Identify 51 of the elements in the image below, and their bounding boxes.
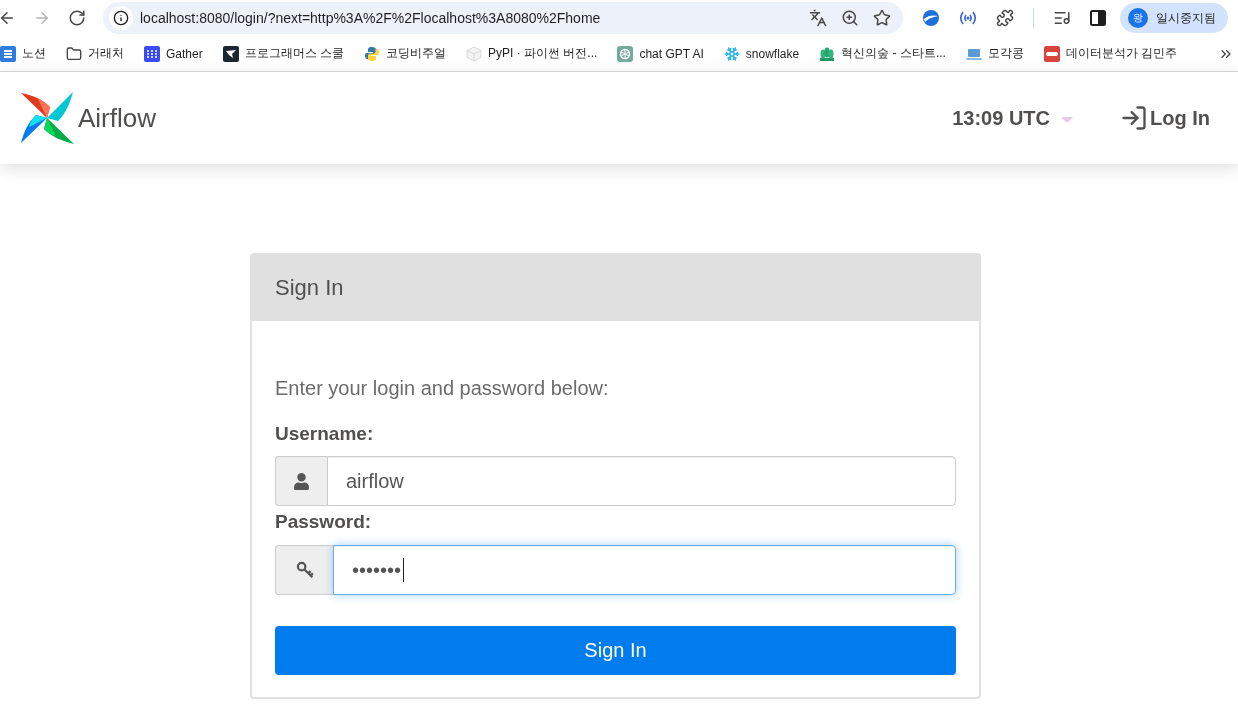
sign-in-button[interactable]: Sign In bbox=[275, 626, 956, 675]
bookmark-link[interactable]: 데이터분석가 김민주 bbox=[1043, 45, 1178, 62]
instructions-text: Enter your login and password below: bbox=[275, 376, 610, 401]
password-field[interactable]: ••••••• bbox=[333, 545, 956, 595]
snowflake-icon bbox=[723, 45, 740, 62]
bird-icon bbox=[222, 45, 239, 62]
media-queue-icon[interactable] bbox=[1053, 9, 1071, 27]
avatar: 왕 bbox=[1128, 8, 1148, 28]
key-icon bbox=[275, 545, 333, 595]
dots-tile-icon bbox=[144, 45, 160, 62]
zoom-icon[interactable] bbox=[841, 9, 859, 27]
pinwheel-logo bbox=[20, 91, 74, 145]
broadcast-icon[interactable] bbox=[959, 10, 977, 26]
extensions-icon[interactable] bbox=[996, 9, 1014, 27]
field-label: Password: bbox=[275, 510, 373, 534]
caret-icon bbox=[1061, 116, 1073, 123]
snake-icon bbox=[364, 45, 381, 62]
trees-icon bbox=[819, 45, 836, 62]
bookmark-link[interactable]: Gather bbox=[144, 45, 203, 62]
cube-icon bbox=[466, 45, 483, 62]
user-icon bbox=[275, 456, 327, 506]
folder-icon bbox=[66, 45, 82, 62]
username-field[interactable]: airflow bbox=[327, 456, 956, 506]
bookmark-link[interactable]: PyPI · 파이썬 버전... bbox=[466, 45, 598, 62]
bookmark-link[interactable]: 코딩비주얼 bbox=[364, 45, 447, 62]
bookmark-link[interactable]: 혁신의숲 - 스타트... bbox=[819, 45, 946, 62]
bookmark-link[interactable]: snowflake bbox=[723, 45, 800, 62]
side-panel-icon[interactable] bbox=[1090, 10, 1106, 26]
profile-button[interactable]: 왕 일시중지됨 bbox=[1120, 3, 1228, 33]
time-dropdown[interactable]: 13:09 UTC bbox=[952, 106, 1073, 130]
back-icon[interactable] bbox=[0, 9, 16, 27]
login-link[interactable]: Log In bbox=[1120, 104, 1210, 132]
field-label: Username: bbox=[275, 422, 375, 446]
globe-icon[interactable] bbox=[922, 9, 940, 27]
reload-icon[interactable] bbox=[68, 9, 86, 27]
login-icon bbox=[1120, 104, 1148, 132]
card-title: Sign In bbox=[275, 275, 344, 301]
star-icon[interactable] bbox=[873, 9, 891, 27]
site-info-icon[interactable] bbox=[109, 6, 133, 30]
brand-name: Airflow bbox=[78, 102, 156, 134]
bookmark-link[interactable]: 거래처 bbox=[66, 45, 124, 62]
knot-icon bbox=[617, 45, 634, 62]
text-cursor bbox=[403, 558, 404, 582]
bookmark-link[interactable]: 노션 bbox=[0, 45, 46, 62]
bookmark-link[interactable]: chat GPT AI bbox=[617, 45, 704, 62]
bookmark-link[interactable]: 모각콩 bbox=[965, 45, 1024, 62]
translate-icon[interactable] bbox=[809, 9, 827, 27]
address-bar[interactable]: localhost:8080/login/?next=http%3A%2F%2Flocalhost%3A8080%2Fhome bbox=[103, 2, 903, 34]
tile-icon bbox=[1043, 45, 1060, 62]
bookmark-link[interactable]: 프로그래머스 스쿨 bbox=[222, 45, 345, 62]
url-text: localhost:8080/login/?next=http%3A%2F%2Flocalhost%3A8080%2Fhome bbox=[140, 10, 602, 26]
